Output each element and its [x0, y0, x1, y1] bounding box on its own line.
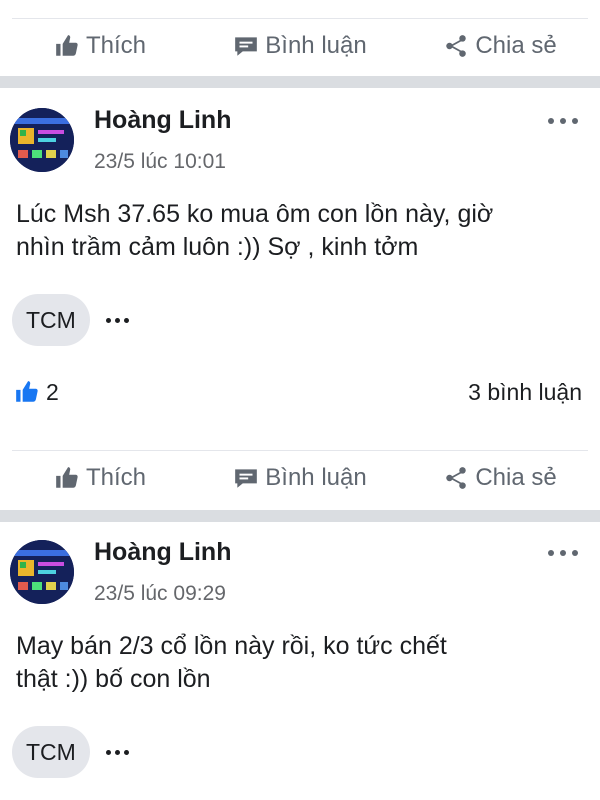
- share-icon: [446, 467, 467, 489]
- post-separator: [0, 76, 600, 88]
- comment-label: Bình luận: [265, 464, 367, 491]
- share-icon: [446, 35, 467, 57]
- post-text-line: thật :)) bố con lồn: [16, 665, 211, 693]
- more-dots-icon[interactable]: [548, 548, 578, 558]
- like-button[interactable]: Thích: [0, 464, 200, 492]
- action-bar: Thích Bình luận Chia sẻ: [0, 450, 600, 506]
- like-label: Thích: [85, 464, 147, 491]
- share-button[interactable]: Chia sẻ: [400, 464, 600, 492]
- share-label: Chia sẻ: [475, 464, 557, 491]
- more-dots-icon[interactable]: [105, 317, 129, 323]
- tag-row: TCM: [12, 726, 129, 778]
- thumbs-up-icon: [16, 381, 38, 402]
- divider: [12, 18, 588, 19]
- more-dots-icon[interactable]: [105, 749, 129, 755]
- thumbs-up-icon: [56, 467, 78, 488]
- tag-chip[interactable]: TCM: [12, 726, 90, 778]
- post-text: May bán 2/3 cổ lồn này rồi, ko tức chết …: [16, 630, 586, 696]
- post-timestamp[interactable]: 23/5 lúc 09:29: [94, 582, 226, 606]
- speech-bubble-icon: [235, 37, 258, 56]
- post-header: Hoàng Linh 23/5 lúc 10:01: [0, 94, 600, 184]
- tag-chip[interactable]: TCM: [12, 294, 90, 346]
- author-name[interactable]: Hoàng Linh: [94, 106, 231, 135]
- post-separator: [0, 510, 600, 522]
- post-header: Hoàng Linh 23/5 lúc 09:29: [0, 526, 600, 616]
- reactions-count[interactable]: 2: [14, 379, 59, 406]
- post-text-line: Lúc Msh 37.65 ko mua ôm con lồn này, giờ: [16, 200, 494, 228]
- tag-row: TCM: [12, 294, 129, 346]
- action-bar-top: Thích Bình luận Chia sẻ: [0, 18, 600, 74]
- avatar[interactable]: [10, 108, 74, 172]
- share-button[interactable]: Chia sẻ: [400, 32, 600, 60]
- post-timestamp[interactable]: 23/5 lúc 10:01: [94, 150, 226, 174]
- speech-bubble-icon: [235, 469, 258, 488]
- more-dots-icon[interactable]: [548, 116, 578, 126]
- feed-page: Thích Bình luận Chia sẻ Hoàng Linh 23/5 …: [0, 0, 600, 800]
- comment-button[interactable]: Bình luận: [200, 464, 400, 492]
- avatar-image: [10, 108, 74, 172]
- divider: [12, 450, 588, 451]
- post-text-line: nhìn trầm cảm luôn :)) Sợ , kinh tởm: [16, 233, 419, 261]
- comments-count[interactable]: 3 bình luận: [468, 379, 582, 406]
- post-text: Lúc Msh 37.65 ko mua ôm con lồn này, giờ…: [16, 198, 586, 264]
- thumbs-up-icon: [56, 35, 78, 56]
- like-button[interactable]: Thích: [0, 32, 200, 60]
- post-text-line: May bán 2/3 cổ lồn này rồi, ko tức chết: [16, 632, 447, 660]
- comment-button[interactable]: Bình luận: [200, 32, 400, 60]
- stats-row: 2 3 bình luận: [14, 372, 582, 412]
- avatar-image: [10, 540, 74, 604]
- share-label: Chia sẻ: [475, 32, 557, 59]
- comment-label: Bình luận: [265, 32, 367, 59]
- likes-count: 2: [46, 378, 59, 405]
- avatar[interactable]: [10, 540, 74, 604]
- like-label: Thích: [85, 32, 147, 59]
- author-name[interactable]: Hoàng Linh: [94, 538, 231, 567]
